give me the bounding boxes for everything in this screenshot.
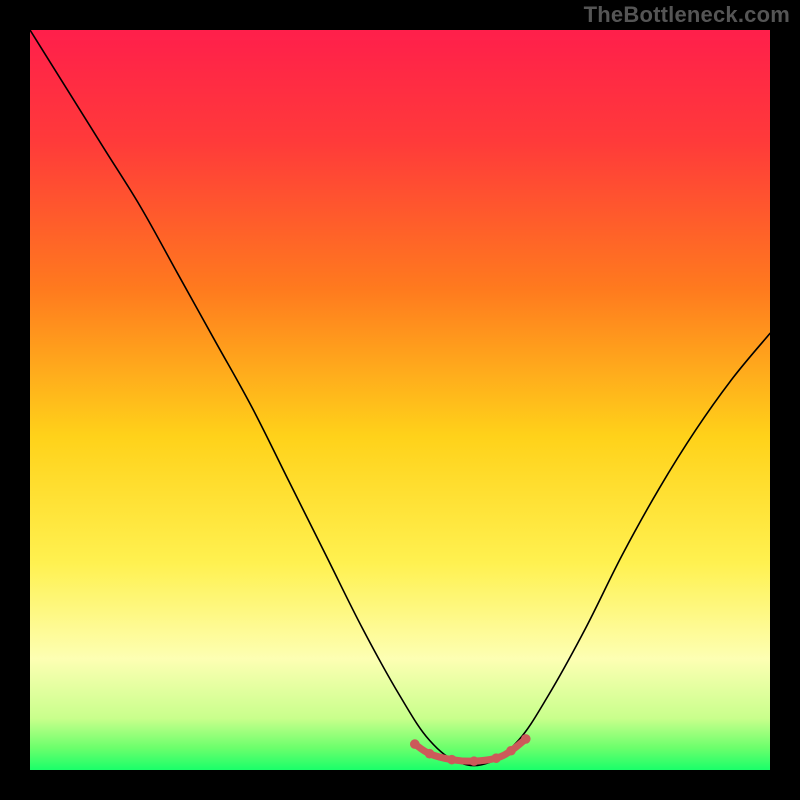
optimal-marker-dot: [425, 749, 435, 759]
optimal-marker-dot: [491, 753, 501, 763]
optimal-marker-dot: [521, 734, 531, 744]
optimal-marker-dot: [410, 739, 420, 749]
chart-frame: TheBottleneck.com: [0, 0, 800, 800]
plot-background: [30, 30, 770, 770]
optimal-marker-dot: [506, 746, 516, 756]
plot-svg: [30, 30, 770, 770]
optimal-marker-dot: [447, 755, 457, 765]
watermark-text: TheBottleneck.com: [584, 2, 790, 28]
plot-area: [30, 30, 770, 770]
optimal-marker-dot: [469, 756, 479, 766]
